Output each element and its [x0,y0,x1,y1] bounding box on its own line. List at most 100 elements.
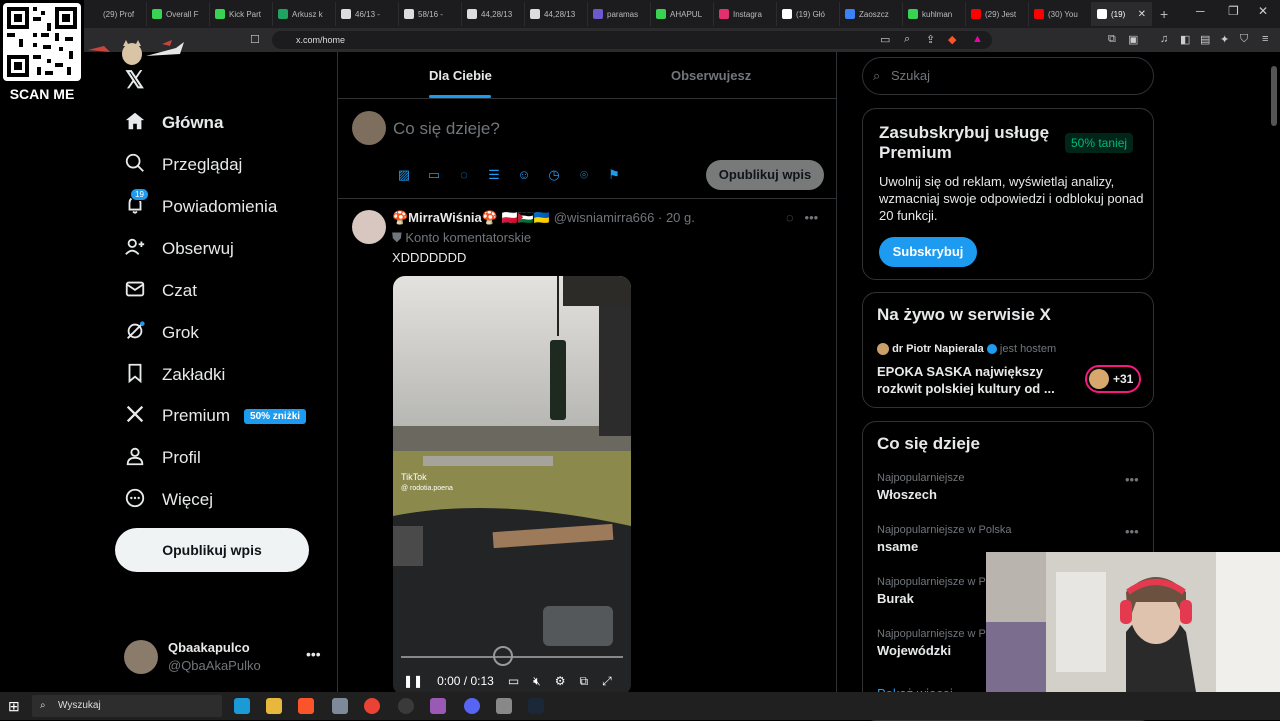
tweet-time[interactable]: 20 g. [666,210,695,225]
browser-tab[interactable]: Overall F [147,2,210,26]
browser-tab[interactable]: Zaoszcz [840,2,903,26]
chrome-icon[interactable] [364,698,380,714]
menu-icon[interactable]: ≡ [1262,33,1268,45]
nav-item-more[interactable]: Więcej [124,486,213,514]
pause-icon[interactable]: ❚❚ [403,674,423,688]
browser-tab[interactable]: Kick Part [210,2,273,26]
obs-icon[interactable] [398,698,414,714]
avatar[interactable] [352,210,386,244]
author-handle[interactable]: @wisniamirra666 [554,210,655,225]
browser-tab[interactable]: (30) You [1029,2,1092,26]
gif-icon[interactable]: ▭ [424,165,444,185]
fullscreen-icon[interactable]: ⤢ [602,674,612,689]
flag-icon[interactable]: ⚑ [604,165,624,185]
bookmark-page-icon[interactable]: ☐ [250,33,260,46]
poll-icon[interactable]: ☰ [484,165,504,185]
post-button[interactable]: Opublikuj wpis [115,528,309,572]
brave-rewards-icon[interactable]: ▲ [972,33,983,45]
maximize-icon[interactable]: ❐ [1228,4,1239,18]
start-icon[interactable]: ⊞ [8,698,24,714]
browser-tab[interactable]: (19) Głó [777,2,840,26]
screen-icon[interactable]: ▭ [880,33,890,46]
captions-icon[interactable]: ▭ [508,674,519,688]
zoom-icon[interactable]: ⌕ [904,33,910,46]
nav-item-bookmark[interactable]: Zakładki [124,361,225,389]
search-input[interactable]: ⌕ Szukaj [862,57,1154,95]
new-tab-button[interactable]: + [1160,6,1168,22]
tweet[interactable]: 🍄MirraWiśnia🍄 🇵🇱🇵🇸🇺🇦 @wisniamirra666 · 2… [338,200,836,700]
tab-following[interactable]: Obserwujesz [671,68,751,83]
video-player[interactable]: TikTok @ rodotia.poena ❚❚ 0:00 / 0:13 ▭ 🔇… [393,276,631,696]
close-window-icon[interactable]: ✕ [1258,4,1268,18]
brave-shield-icon[interactable]: ◆ [948,33,956,46]
settings-icon[interactable]: ⚙ [555,674,566,688]
account-switcher[interactable]: Qbaakapulco @QbaAkaPulko ••• [124,638,324,678]
edge-icon[interactable] [234,698,250,714]
brave-icon[interactable] [298,698,314,714]
nav-item-follow[interactable]: Obserwuj [124,235,234,263]
live-host[interactable]: dr Piotr Napierala jest hostem [877,343,1056,356]
minimize-icon[interactable]: ─ [1196,4,1205,18]
emoji-icon[interactable]: ☺ [514,165,534,185]
image-icon[interactable]: ▨ [394,165,414,185]
extensions-icon[interactable]: ⧉ [1108,33,1116,46]
discord-icon[interactable] [464,698,480,714]
close-tab-icon[interactable]: ✕ [1138,9,1146,20]
x-logo[interactable]: 𝕏 [125,66,144,95]
browser-tab[interactable]: paramas [588,2,651,26]
media-icon[interactable]: ♫ [1160,33,1168,45]
browser-tab[interactable]: AHAPUL [651,2,714,26]
trend-item[interactable]: Najpopularniejsze w Polska nsame ••• [877,524,1139,554]
compose-post-button[interactable]: Opublikuj wpis [706,160,824,190]
sidebar-toggle-icon[interactable]: ◧ [1180,33,1190,46]
live-stream-title[interactable]: EPOKA SASKA największy rozkwit polskiej … [877,363,1067,397]
explorer-icon[interactable] [266,698,282,714]
nav-item-person[interactable]: Profil [124,444,201,472]
schedule-icon[interactable]: ◷ [544,165,564,185]
nav-item-mail[interactable]: Czat [124,277,197,305]
compose-input[interactable]: Co się dzieje? [393,119,500,139]
browser-tab[interactable]: 46/13 - [336,2,399,26]
tab-for-you[interactable]: Dla Ciebie [429,68,492,83]
video-progress[interactable] [401,646,623,666]
browser-tab[interactable]: (29) Jest [966,2,1029,26]
app-icon[interactable] [332,698,348,714]
location-icon[interactable]: ⌾ [574,165,594,185]
browser-tab[interactable]: 44,28/13 [462,2,525,26]
browser-tab[interactable]: (19) ✕ [1092,2,1152,26]
vpn-icon[interactable]: ⛉ [1240,33,1248,46]
more-dots-icon[interactable]: ••• [1125,472,1139,487]
share-icon[interactable]: ⇪ [926,33,935,46]
grok-icon[interactable]: ◌ [454,165,474,185]
nav-item-grok[interactable]: Grok [124,319,199,347]
subscribe-button[interactable]: Subskrybuj [879,237,977,267]
trend-item[interactable]: Najpopularniejsze Włoszech ••• [877,472,1139,502]
author-name[interactable]: 🍄MirraWiśnia🍄 🇵🇱🇵🇸🇺🇦 [392,210,550,225]
steam-icon[interactable] [528,698,544,714]
wallet-icon[interactable]: ▣ [1128,33,1138,46]
taskbar-search[interactable]: ⌕ Wyszukaj [32,695,222,717]
more-dots-icon[interactable]: ••• [306,646,321,662]
nav-item-bell[interactable]: 19 Powiadomienia [124,187,277,221]
browser-tab[interactable]: kuhlman [903,2,966,26]
nav-item-home[interactable]: Główna [124,109,223,137]
mute-icon[interactable]: 🔇︎ [533,674,541,689]
browser-tab[interactable]: (29) Prof [84,2,147,26]
nav-item-search[interactable]: Przeglądaj [124,151,242,179]
browser-tab[interactable]: Arkusz k [273,2,336,26]
browser-tab[interactable]: 58/16 - [399,2,462,26]
listener-count[interactable]: +31 [1085,365,1141,393]
nav-item-x[interactable]: Premium 50% zniżki [124,402,307,430]
app2-icon[interactable] [430,698,446,714]
trend-item[interactable]: Najpopularniejsze w P Burak [877,576,986,606]
browser-tab[interactable]: Instagra [714,2,777,26]
tweet-options[interactable]: ◌ ••• [786,210,818,225]
trend-item[interactable]: Najpopularniejsze w P Wojewódzki [877,628,986,658]
leo-icon[interactable]: ✦ [1220,33,1229,46]
app3-icon[interactable] [496,698,512,714]
wallet2-icon[interactable]: ▤ [1200,33,1210,46]
browser-tab[interactable]: 44,28/13 [525,2,588,26]
tab-label: (29) Prof [103,9,135,19]
more-dots-icon[interactable]: ••• [1125,524,1139,539]
pip-icon[interactable]: ⧉ [580,674,589,689]
